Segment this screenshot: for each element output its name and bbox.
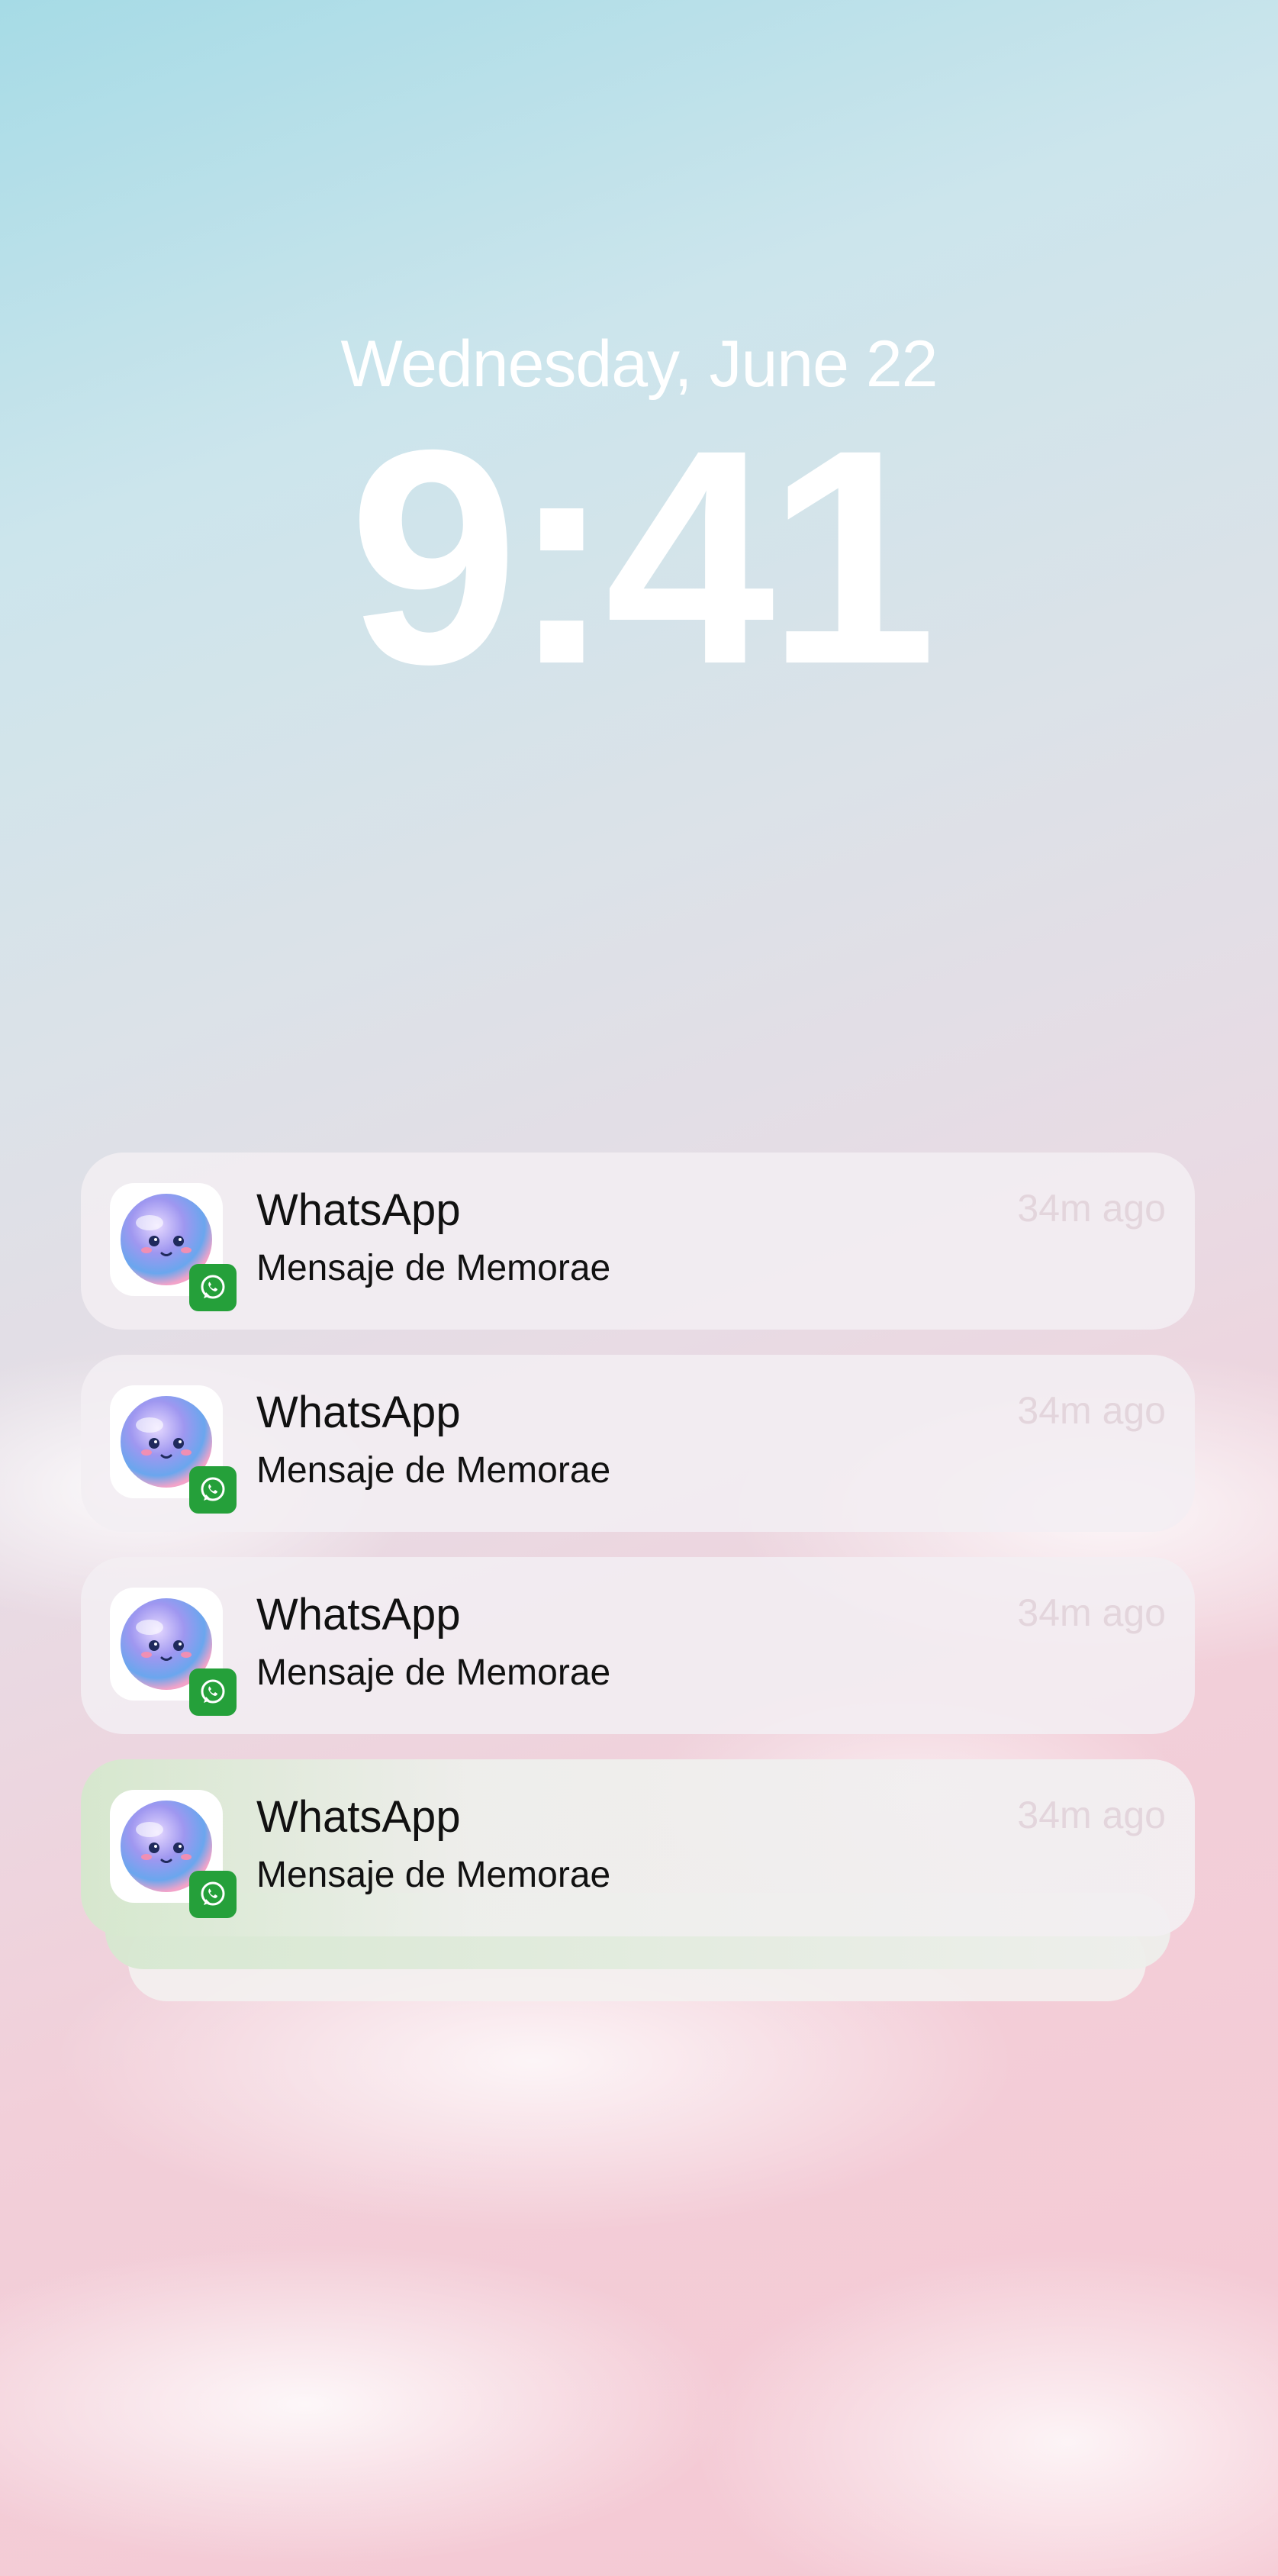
notification-card[interactable]: WhatsApp Mensaje de Memorae 34m ago: [81, 1153, 1195, 1330]
whatsapp-icon: [189, 1264, 237, 1311]
whatsapp-icon: [189, 1668, 237, 1716]
notification-card[interactable]: WhatsApp Mensaje de Memorae 34m ago: [81, 1355, 1195, 1532]
notification-time: 34m ago: [1017, 1794, 1166, 1836]
notification-title: WhatsApp: [256, 1590, 461, 1639]
notification-title: WhatsApp: [256, 1388, 461, 1437]
notification-title: WhatsApp: [256, 1792, 461, 1842]
lockscreen-time: 9:41: [349, 386, 937, 727]
notification-card[interactable]: WhatsApp Mensaje de Memorae 34m ago: [81, 1557, 1195, 1734]
notification-message: Mensaje de Memorae: [256, 1450, 611, 1491]
whatsapp-icon: [189, 1466, 237, 1514]
notification-time: 34m ago: [1017, 1389, 1166, 1432]
whatsapp-icon: [189, 1871, 237, 1918]
notification-message: Mensaje de Memorae: [256, 1248, 611, 1288]
notification-time: 34m ago: [1017, 1591, 1166, 1634]
notification-title: WhatsApp: [256, 1185, 461, 1235]
notification-message: Mensaje de Memorae: [256, 1652, 611, 1693]
notification-time: 34m ago: [1017, 1187, 1166, 1230]
notification-card[interactable]: WhatsApp Mensaje de Memorae 34m ago: [81, 1759, 1195, 1936]
notification-message: Mensaje de Memorae: [256, 1855, 611, 1895]
